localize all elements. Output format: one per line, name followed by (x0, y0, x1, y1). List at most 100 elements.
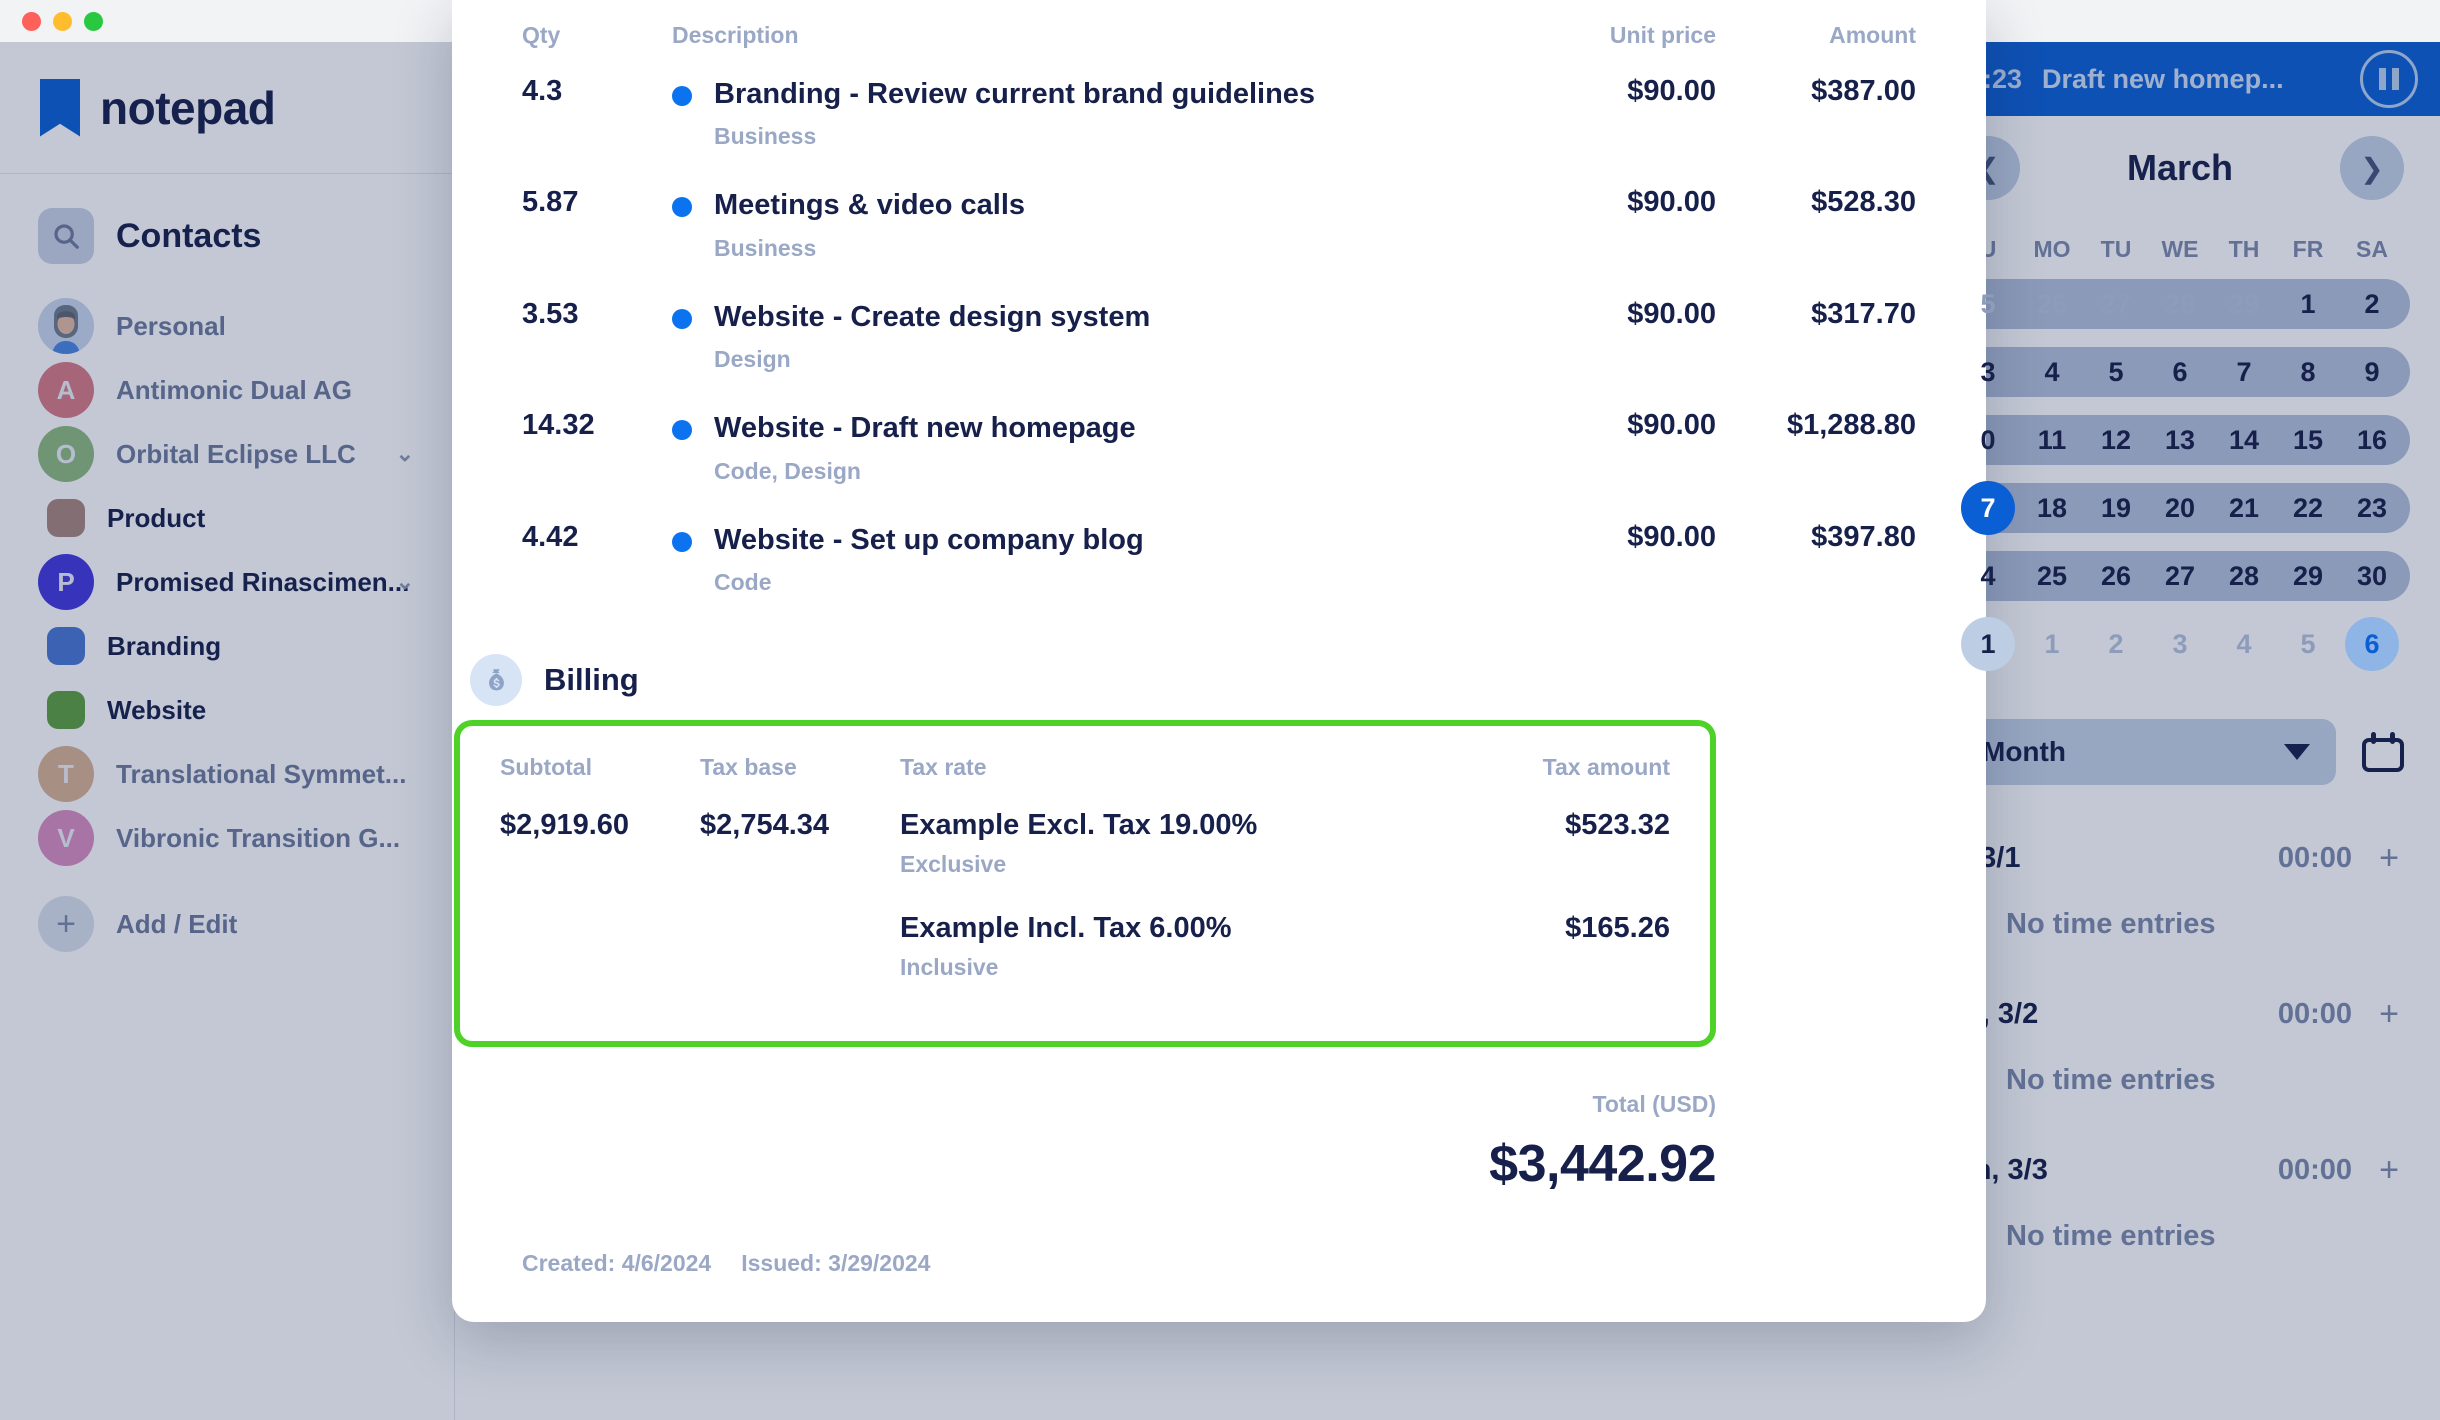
tax-row: Example Incl. Tax 6.00% Inclusive $165.26 (500, 912, 1670, 1015)
calendar-day-cell[interactable]: 1 (2020, 617, 2084, 671)
calendar-day-cell[interactable]: 16 (2340, 413, 2404, 467)
calendar-day-cell[interactable]: 5 (2276, 617, 2340, 671)
calendar-day-cell[interactable]: 21 (2212, 481, 2276, 535)
line-amount: $1,288.80 (1786, 409, 1916, 442)
calendar-day-cell[interactable]: 4 (1956, 549, 2020, 603)
line-unit-price: $90.00 (1627, 409, 1716, 442)
calendar-day-cell[interactable]: 1 (1961, 617, 2015, 671)
calendar-day-cell[interactable]: 19 (2084, 481, 2148, 535)
calendar-day-cell[interactable]: 22 (2276, 481, 2340, 535)
line-status-dot-icon (672, 420, 692, 441)
table-header-row: Qty Description Unit price Amount (522, 0, 1916, 75)
calendar-day-cell[interactable]: 12 (2084, 413, 2148, 467)
calendar-week-row: 5 26 27 28 29 1 2 (1950, 277, 2410, 331)
app-root: notepad Contacts Personal A Antimonic Dual… (0, 0, 2440, 1420)
billing-section-header: Billing (470, 654, 1916, 707)
column-header-qty: Qty (522, 22, 561, 48)
calendar-day-cell[interactable]: 5 (2084, 345, 2148, 399)
line-tags: Business (714, 123, 817, 150)
tax-amount-value: $523.32 (1565, 809, 1670, 842)
window-minimize-button[interactable] (53, 11, 72, 31)
line-amount: $387.00 (1811, 75, 1916, 107)
line-status-dot-icon (672, 86, 692, 106)
calendar-day-cell[interactable]: 5 (1956, 277, 2020, 331)
tax-row: $2,919.60 $2,754.34 Example Excl. Tax 19.0… (500, 809, 1670, 912)
calendar-day-cell[interactable]: 2 (2084, 617, 2148, 671)
line-qty: 4.3 (522, 75, 563, 107)
calendar-week-row: 7 18 19 20 21 22 23 (1950, 481, 2410, 535)
line-amount: $397.80 (1811, 520, 1916, 553)
calendar-week-row: 4 25 26 27 28 29 30 (1950, 549, 2410, 603)
calendar-day-cell[interactable]: 28 (2212, 549, 2276, 603)
total-label: Total (USD) (1592, 1091, 1716, 1118)
calendar-day-cell[interactable]: 13 (2148, 413, 2212, 467)
table-row[interactable]: 3.53 Website - Create design system Design… (522, 298, 1916, 409)
calendar-day-cell[interactable]: 29 (2212, 277, 2276, 331)
column-header-tax-amount: Tax amount (1542, 754, 1670, 781)
calendar-day-cell[interactable]: 27 (2084, 277, 2148, 331)
calendar-day-cell[interactable]: 9 (2340, 345, 2404, 399)
calendar-day-cell[interactable]: 3 (1956, 345, 2020, 399)
line-qty: 5.87 (522, 186, 579, 219)
line-amount: $317.70 (1811, 297, 1916, 330)
calendar-day-cell[interactable]: 6 (2148, 345, 2212, 399)
calendar-day-cell[interactable]: 4 (2020, 345, 2084, 399)
calendar-day-cell[interactable]: 7 (1961, 481, 2015, 535)
invoice-totals: Total (USD) $3,442.92 (522, 1091, 1916, 1194)
tax-base-value: $2,754.34 (700, 809, 830, 842)
calendar-day-cell[interactable]: 29 (2276, 549, 2340, 603)
tax-mode: Inclusive (900, 954, 999, 981)
calendar-day-cell[interactable]: 14 (2212, 413, 2276, 467)
calendar-day-cell[interactable]: 3 (2148, 617, 2212, 671)
calendar-day-cell[interactable]: 1 (2276, 277, 2340, 331)
tax-mode: Exclusive (900, 851, 1007, 878)
column-header-amount: Amount (1829, 22, 1916, 48)
money-bag-icon (470, 654, 522, 707)
column-header-subtotal: Subtotal (500, 754, 592, 781)
calendar-day-cell[interactable]: 25 (2020, 549, 2084, 603)
table-row[interactable]: 5.87 Meetings & video calls Business $90.00… (522, 186, 1916, 297)
line-status-dot-icon (672, 197, 692, 218)
calendar-day-cell[interactable]: 30 (2340, 549, 2404, 603)
window-maximize-button[interactable] (84, 11, 103, 31)
column-header-unit-price: Unit price (1609, 22, 1716, 48)
created-date: Created: 4/6/2024 (522, 1250, 712, 1277)
line-unit-price: $90.00 (1627, 75, 1716, 107)
calendar-day-cell[interactable]: 2 (2340, 277, 2404, 331)
line-tags: Code (714, 569, 772, 596)
tax-rate-label: Example Incl. Tax 6.00% (900, 912, 1232, 945)
calendar-day-cell[interactable]: 0 (1956, 413, 2020, 467)
line-description: Website - Create design system (714, 300, 1151, 333)
table-row[interactable]: 4.42 Website - Set up company blog Code $90… (522, 521, 1916, 632)
calendar-day-cell[interactable]: 27 (2148, 549, 2212, 603)
tax-highlight-box: Subtotal Tax base Tax rate Tax amount $2… (454, 720, 1716, 1048)
tax-amount-value: $165.26 (1565, 912, 1670, 945)
tax-table: Subtotal Tax base Tax rate Tax amount $2… (500, 748, 1670, 1015)
calendar-day-cell[interactable]: 4 (2212, 617, 2276, 671)
calendar-day-cell[interactable]: 11 (2020, 413, 2084, 467)
calendar-week-row: 1123456 (1956, 617, 2404, 671)
line-description: Website - Set up company blog (714, 523, 1144, 556)
line-amount: $528.30 (1811, 186, 1916, 219)
line-qty: 14.32 (522, 409, 595, 442)
calendar-day-cell[interactable]: 6 (2345, 617, 2399, 671)
line-description: Website - Draft new homepage (714, 412, 1136, 445)
line-status-dot-icon (672, 531, 692, 552)
line-tags: Business (714, 234, 817, 261)
calendar-day-cell[interactable]: 28 (2148, 277, 2212, 331)
calendar-day-cell[interactable]: 23 (2340, 481, 2404, 535)
invoice-footer-dates: Created: 4/6/2024 Issued: 3/29/2024 (522, 1250, 1916, 1277)
calendar-day-cell[interactable]: 7 (2212, 345, 2276, 399)
table-row[interactable]: 14.32 Website - Draft new homepage Code, D… (522, 409, 1916, 520)
calendar-day-cell[interactable]: 26 (2020, 277, 2084, 331)
window-close-button[interactable] (22, 11, 41, 31)
calendar-day-cell[interactable]: 20 (2148, 481, 2212, 535)
calendar-day-cell[interactable]: 18 (2020, 481, 2084, 535)
calendar-day-cell[interactable]: 8 (2276, 345, 2340, 399)
issued-date: Issued: 3/29/2024 (741, 1250, 931, 1277)
table-row[interactable]: 4.3 Branding - Review current brand guide… (522, 75, 1916, 186)
calendar-day-cell[interactable]: 15 (2276, 413, 2340, 467)
calendar-day-cell[interactable]: 26 (2084, 549, 2148, 603)
calendar-week-row: 0 11 12 13 14 15 16 (1950, 413, 2410, 467)
invoice-line-items-table: Qty Description Unit price Amount 4.3 Bra… (522, 0, 1916, 632)
